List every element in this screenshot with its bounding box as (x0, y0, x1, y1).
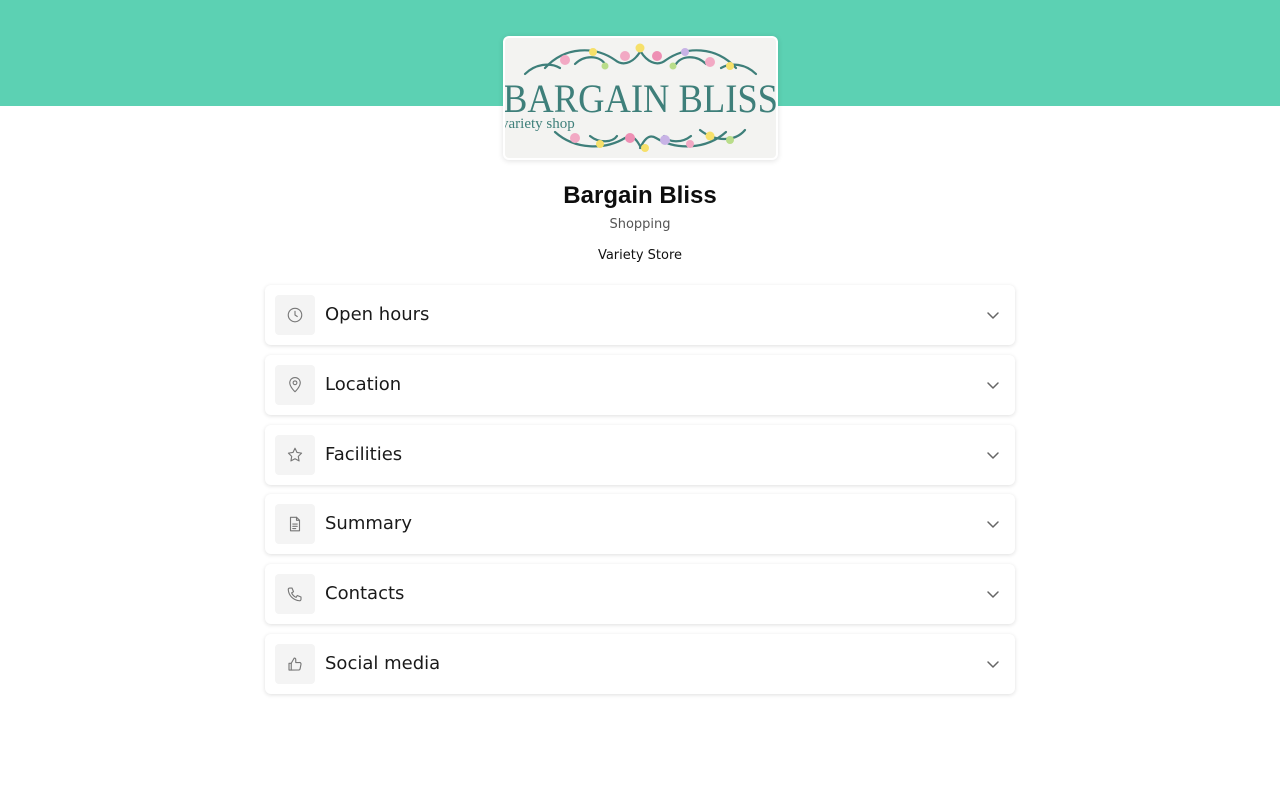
section-label: Summary (325, 513, 412, 535)
chevron-down-icon[interactable] (985, 656, 1001, 672)
section-contacts[interactable]: Contacts (265, 564, 1015, 625)
clock-icon (275, 295, 315, 335)
business-category: Shopping (609, 217, 671, 232)
section-label: Facilities (325, 443, 403, 465)
section-summary[interactable]: Summary (265, 494, 1015, 555)
chevron-down-icon[interactable] (985, 516, 1001, 532)
business-logo: BARGAIN BLISS variety shop (503, 36, 778, 160)
section-label: Location (325, 373, 402, 395)
document-icon (275, 504, 315, 545)
info-sections: Open hours Location Facilities Summary C… (265, 285, 1015, 704)
section-location[interactable]: Location (265, 354, 1015, 415)
chevron-down-icon[interactable] (985, 586, 1001, 602)
map-pin-icon (275, 364, 315, 405)
star-icon (275, 434, 315, 475)
business-subcategory: Variety Store (597, 248, 683, 263)
section-social-media[interactable]: Social media (265, 633, 1015, 694)
section-open-hours[interactable]: Open hours (265, 285, 1015, 345)
section-label: Social media (325, 652, 441, 674)
thumbs-up-icon (275, 643, 315, 684)
chevron-down-icon[interactable] (985, 307, 1001, 323)
chevron-down-icon[interactable] (985, 447, 1001, 463)
business-name: Bargain Bliss (563, 182, 717, 209)
phone-icon (275, 574, 315, 615)
chevron-down-icon[interactable] (985, 377, 1001, 393)
logo-tagline-text: variety shop (505, 116, 575, 132)
section-label: Open hours (325, 304, 430, 325)
section-label: Contacts (325, 583, 405, 605)
logo-brand-text: BARGAIN BLISS (505, 76, 776, 121)
section-facilities[interactable]: Facilities (265, 424, 1015, 485)
